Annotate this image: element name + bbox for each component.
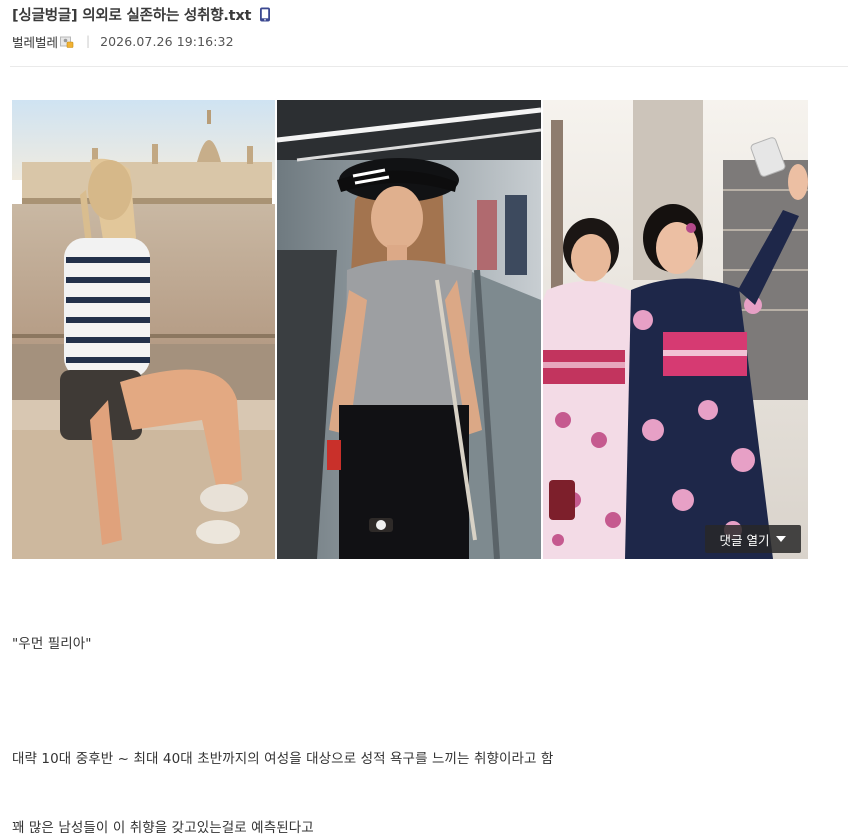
body-paragraph: 꽤 많은 남성들이 이 취향을 갖고있는걸로 예측된다고 — [12, 820, 314, 836]
caret-down-icon — [776, 536, 787, 542]
header-divider — [10, 66, 848, 67]
open-comments-button[interactable]: 댓글 열기 — [705, 525, 801, 553]
post-image[interactable] — [12, 100, 808, 559]
open-comments-label: 댓글 열기 — [719, 532, 770, 548]
body-paragraph: 대략 10대 중후반 ~ 최대 40대 초반까지의 여성을 대상으로 성적 욕구… — [12, 751, 554, 767]
author-nickname[interactable]: 벌레벌레 — [12, 32, 58, 51]
mobile-phone-icon — [259, 7, 271, 22]
body-paragraph: "우먼 필리아" — [12, 636, 92, 652]
photo-kimono — [543, 100, 808, 559]
post-date: 2026.07.26 19:16:32 — [100, 33, 234, 49]
fixed-member-icon — [60, 36, 74, 48]
post-title: [싱글벙글] 의외로 실존하는 성취향.txt — [12, 7, 252, 24]
photo-riverside — [12, 100, 275, 559]
photo-escalator — [277, 100, 541, 559]
meta-divider: | — [86, 34, 91, 48]
post-meta: 벌레벌레 | 2026.07.26 19:16:32 — [12, 32, 234, 50]
post-title-row: [싱글벙글] 의외로 실존하는 성취향.txt — [12, 3, 271, 25]
